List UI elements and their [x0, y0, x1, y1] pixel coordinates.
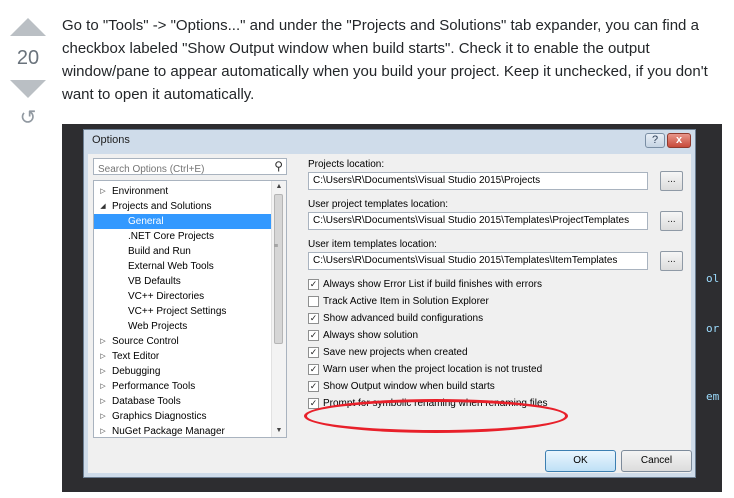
- expand-arrow-icon[interactable]: ▷: [98, 334, 108, 349]
- help-button[interactable]: ?: [645, 133, 665, 148]
- checkbox-checked-icon[interactable]: ✓: [308, 381, 319, 392]
- background-code-fragment: em: [706, 390, 720, 403]
- expand-arrow-icon[interactable]: ▷: [98, 364, 108, 379]
- tree-item-graphics-diagnostics[interactable]: ▷ Graphics Diagnostics: [94, 409, 274, 424]
- vote-score: 20: [16, 47, 40, 69]
- red-highlight-ellipse: [304, 399, 568, 433]
- checkbox-checked-icon[interactable]: ✓: [308, 330, 319, 341]
- scroll-up-icon[interactable]: ▲: [272, 181, 286, 193]
- search-box: ⚲: [93, 158, 287, 177]
- scroll-grip-icon: ≡: [274, 243, 279, 250]
- checkbox-unchecked-icon[interactable]: [308, 296, 319, 307]
- expand-arrow-icon[interactable]: ▷: [98, 349, 108, 364]
- tree-item-database-tools[interactable]: ▷ Database Tools: [94, 394, 274, 409]
- scrollbar-thumb[interactable]: [274, 194, 283, 344]
- tree-item-vb-defaults[interactable]: VB Defaults: [94, 274, 274, 289]
- tree-item-net-core-projects[interactable]: .NET Core Projects: [94, 229, 274, 244]
- ok-button[interactable]: OK: [545, 450, 616, 472]
- search-icon[interactable]: ⚲: [274, 159, 283, 173]
- tree-item-web-projects[interactable]: Web Projects: [94, 319, 274, 334]
- tree-item-build-and-run[interactable]: Build and Run: [94, 244, 274, 259]
- expand-arrow-icon[interactable]: ▷: [98, 379, 108, 394]
- checkbox-checked-icon[interactable]: ✓: [308, 364, 319, 375]
- project-templates-label: User project templates location:: [308, 199, 449, 210]
- options-tree: ▷ Environment ◢ Projects and Solutions Gen…: [93, 180, 287, 438]
- upvote-button[interactable]: [10, 18, 46, 36]
- expand-arrow-icon[interactable]: ▷: [98, 424, 108, 437]
- item-templates-browse-button[interactable]: ...: [660, 251, 683, 271]
- answer-body: Go to "Tools" -> "Options..." and under …: [62, 14, 722, 106]
- tree-item-nuget-package-manager[interactable]: ▷ NuGet Package Manager: [94, 424, 274, 437]
- close-button[interactable]: x: [667, 133, 691, 148]
- item-templates-field[interactable]: C:\Users\R\Documents\Visual Studio 2015\…: [308, 252, 648, 270]
- answer-text: Go to "Tools" -> "Options..." and under …: [62, 17, 708, 103]
- downvote-button[interactable]: [10, 80, 46, 98]
- expand-arrow-icon[interactable]: ▷: [98, 394, 108, 409]
- collapse-arrow-icon[interactable]: ◢: [98, 199, 108, 214]
- checkbox-checked-icon[interactable]: ✓: [308, 347, 319, 358]
- dialog-title: Options: [92, 134, 130, 146]
- vote-panel: 20 ↺: [10, 18, 46, 128]
- scroll-down-icon[interactable]: ▼: [272, 425, 286, 437]
- tree-item-debugging[interactable]: ▷ Debugging: [94, 364, 274, 379]
- search-input[interactable]: [94, 162, 272, 177]
- dialog-body: ⚲ ▷Environment ◢Projects and Solutions G…: [88, 154, 692, 473]
- projects-location-browse-button[interactable]: ...: [660, 171, 683, 191]
- tree-item-vc-directories[interactable]: VC++ Directories: [94, 289, 274, 304]
- expand-arrow-icon[interactable]: ▷: [98, 184, 108, 199]
- checkbox-checked-icon[interactable]: ✓: [308, 279, 319, 290]
- options-screenshot: ol or em Options ? x ⚲ ▷Environment ◢Pro…: [62, 124, 722, 492]
- tree-item-source-control[interactable]: ▷ Source Control: [94, 334, 274, 349]
- project-templates-field[interactable]: C:\Users\R\Documents\Visual Studio 2015\…: [308, 212, 648, 230]
- tree-item-projects-and-solutions[interactable]: ◢ Projects and Solutions: [94, 199, 274, 214]
- background-code-fragment: ol: [706, 272, 720, 285]
- dialog-titlebar: Options ? x: [84, 130, 695, 152]
- tree-item-external-web-tools[interactable]: External Web Tools: [94, 259, 274, 274]
- tree-item-performance-tools[interactable]: ▷ Performance Tools: [94, 379, 274, 394]
- history-icon[interactable]: ↺: [10, 108, 46, 128]
- projects-location-label: Projects location:: [308, 159, 385, 170]
- projects-location-field[interactable]: C:\Users\R\Documents\Visual Studio 2015\…: [308, 172, 648, 190]
- expand-arrow-icon[interactable]: ▷: [98, 409, 108, 424]
- tree-scrollbar[interactable]: ▲ ≡ ▼: [271, 181, 286, 437]
- options-dialog: Options ? x ⚲ ▷Environment ◢Projects and…: [83, 129, 696, 478]
- tree-item-text-editor[interactable]: ▷ Text Editor: [94, 349, 274, 364]
- item-templates-label: User item templates location:: [308, 239, 437, 250]
- checkbox-checked-icon[interactable]: ✓: [308, 313, 319, 324]
- tree-item-general[interactable]: General: [94, 214, 274, 229]
- background-code-fragment: or: [706, 322, 720, 335]
- project-templates-browse-button[interactable]: ...: [660, 211, 683, 231]
- tree-item-environment[interactable]: ▷ Environment: [94, 184, 274, 199]
- tree-item-vc-project-settings[interactable]: VC++ Project Settings: [94, 304, 274, 319]
- cancel-button[interactable]: Cancel: [621, 450, 692, 472]
